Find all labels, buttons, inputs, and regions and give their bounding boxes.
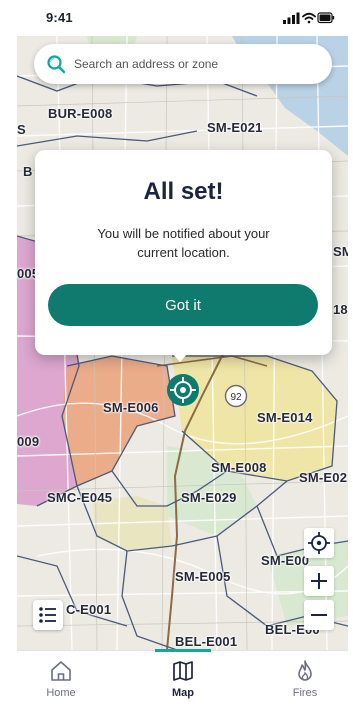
battery-icon	[317, 12, 335, 24]
search-input[interactable]	[74, 44, 324, 84]
zone-label-sm-e008[interactable]: SM-E008	[211, 460, 267, 475]
fire-icon	[298, 660, 312, 681]
zone-label-sm[interactable]: SM	[333, 244, 348, 259]
zone-label-bel-e001[interactable]: BEL-E001	[175, 634, 237, 649]
home-icon	[51, 661, 71, 681]
active-tab-indicator	[155, 649, 211, 652]
zone-label-sm-e02[interactable]: SM-E02	[299, 470, 347, 485]
zone-label-sm-e005[interactable]: SM-E005	[175, 569, 231, 584]
tab-bar: Home Map Fires	[17, 649, 348, 706]
current-location-pin[interactable]	[166, 373, 200, 407]
dialog-message: You will be notified about your current …	[97, 226, 270, 260]
tab-map[interactable]: Map	[143, 657, 223, 701]
zone-label-sm-e014[interactable]: SM-E014	[257, 410, 313, 425]
zone-label-s[interactable]: S	[17, 122, 26, 137]
recenter-button[interactable]	[304, 528, 334, 558]
tab-home[interactable]: Home	[21, 657, 101, 701]
zone-label-sm-e029[interactable]: SM-E029	[181, 490, 237, 505]
list-icon	[39, 607, 56, 623]
zone-label-18[interactable]: 18	[333, 302, 348, 317]
route-shield-number: 92	[230, 392, 242, 403]
tab-label-home: Home	[46, 687, 76, 699]
zone-label-bur-e008[interactable]: BUR-E008	[48, 106, 112, 121]
tab-label-map: Map	[172, 687, 194, 699]
wifi-icon	[302, 12, 316, 24]
crosshair-icon	[308, 532, 330, 554]
map-controls	[304, 528, 334, 632]
zoom-in-button[interactable]	[304, 566, 334, 596]
map-icon	[173, 661, 193, 681]
dialog-pointer	[171, 352, 189, 362]
status-bar: 9:41	[0, 0, 353, 36]
zone-label-sm-e006[interactable]: SM-E006	[103, 400, 159, 415]
zone-label-b[interactable]: B	[23, 164, 33, 179]
route-shield-icon: 92	[224, 384, 248, 408]
zone-label-sm-e00[interactable]: SM-E00	[261, 553, 309, 568]
minus-icon	[311, 614, 327, 616]
signal-icon	[283, 12, 300, 24]
status-icons	[283, 12, 335, 24]
zone-label-sm-e021[interactable]: SM-E021	[207, 120, 263, 135]
plus-icon	[311, 573, 327, 589]
zone-label-c-e001[interactable]: C-E001	[66, 602, 111, 617]
dialog-title: All set!	[143, 178, 224, 205]
tab-fires[interactable]: Fires	[265, 657, 345, 701]
status-time: 9:41	[46, 10, 73, 25]
notification-dialog: All set! You will be notified about your…	[35, 150, 332, 355]
search-bar[interactable]	[34, 44, 332, 84]
zone-label-smc-e045[interactable]: SMC-E045	[47, 490, 112, 505]
zoom-out-button[interactable]	[304, 600, 334, 630]
legend-list-button[interactable]	[33, 600, 63, 630]
search-icon	[47, 55, 66, 74]
zone-label-009[interactable]: 009	[17, 434, 39, 449]
tab-label-fires: Fires	[292, 687, 318, 699]
got-it-button[interactable]: Got it	[48, 284, 318, 326]
